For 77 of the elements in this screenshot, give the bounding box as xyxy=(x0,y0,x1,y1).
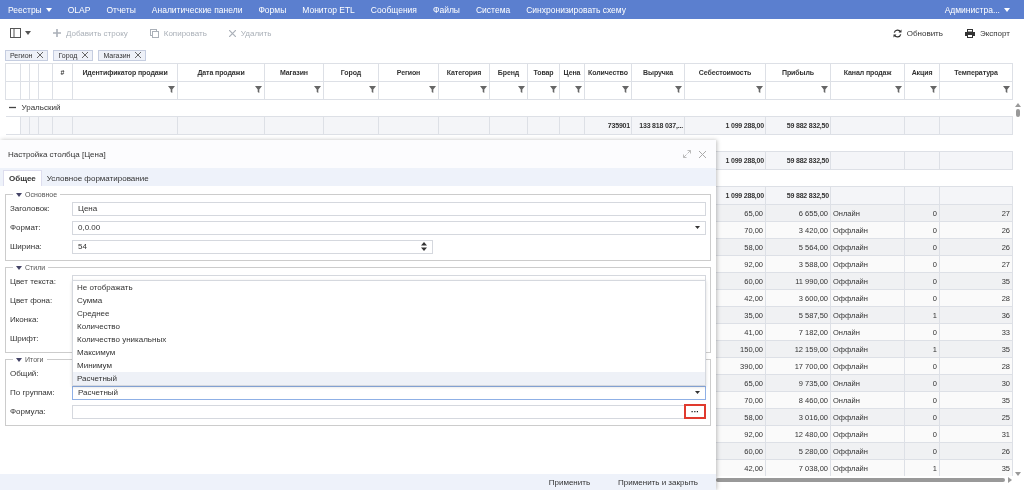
close-icon xyxy=(37,52,44,58)
user-menu[interactable]: Администра... xyxy=(936,4,1018,15)
field-label: Формула: xyxy=(10,407,47,416)
dropdown-option[interactable]: Сумма xyxy=(73,294,705,307)
dialog-tab[interactable]: Условное форматирование xyxy=(41,170,154,186)
nav-menu-item[interactable]: Формы xyxy=(250,4,295,15)
dropdown-option[interactable]: Не отображать xyxy=(73,281,705,294)
dropdown-field[interactable]: 0,0.00 xyxy=(72,220,706,235)
filter-icon[interactable] xyxy=(369,86,376,93)
filter-icon[interactable] xyxy=(314,86,321,93)
nav-menu-item[interactable]: OLAP xyxy=(59,4,99,15)
filter-icon[interactable] xyxy=(429,86,436,93)
dropdown-option[interactable]: Количество уникальных xyxy=(73,333,705,346)
filter-icon[interactable] xyxy=(675,86,682,93)
filter-icon[interactable] xyxy=(756,86,763,93)
dropdown-option[interactable]: Минимум xyxy=(73,359,705,372)
dialog-tab[interactable]: Общее xyxy=(3,170,42,186)
scroll-right-icon[interactable] xyxy=(1008,476,1012,483)
field-label: Цвет фона: xyxy=(10,296,54,305)
dropdown-field[interactable]: Расчетный xyxy=(72,385,706,400)
field-label: Цвет текста: xyxy=(10,277,57,286)
nav-menu-item[interactable]: Файлы xyxy=(424,4,468,15)
toolbar-button[interactable]: Экспорт xyxy=(956,26,1018,40)
dropdown-option[interactable]: Количество xyxy=(73,320,705,333)
horizontal-scrollbar[interactable] xyxy=(716,476,1012,483)
filter-icon[interactable] xyxy=(168,86,175,93)
collapse-caret-icon[interactable] xyxy=(16,192,22,197)
nav-menu-item[interactable]: Аналитические панели xyxy=(143,4,251,15)
nav-menu-item[interactable]: Сообщения xyxy=(362,4,425,15)
number-field[interactable]: 54 xyxy=(72,239,433,254)
refresh-icon xyxy=(892,28,902,38)
dropdown-option[interactable]: Среднее xyxy=(73,307,705,320)
copy-icon xyxy=(149,28,159,38)
scroll-down-icon[interactable] xyxy=(1015,472,1021,476)
toolbar-button[interactable]: Обновить xyxy=(884,26,951,40)
field-label: Иконка: xyxy=(10,315,40,324)
text-field[interactable]: Цена xyxy=(72,201,706,216)
field-label: Заголовок: xyxy=(10,204,51,213)
nav-menu-item[interactable]: Реестры xyxy=(6,4,60,15)
filter-icon[interactable] xyxy=(575,86,582,93)
field-label: Формат: xyxy=(10,223,42,232)
collapse-caret-icon[interactable] xyxy=(16,265,22,270)
collapse-caret-icon[interactable] xyxy=(16,357,22,362)
scroll-up-icon[interactable] xyxy=(1015,103,1021,107)
plus-icon xyxy=(53,29,61,37)
dialog-title: Настройка столбца [Цена] xyxy=(8,149,107,159)
collapse-icon[interactable] xyxy=(8,104,16,111)
dropdown-option[interactable]: Максимум xyxy=(73,346,705,359)
filter-icon[interactable] xyxy=(895,86,902,93)
footer-button[interactable]: Применить и закрыть xyxy=(606,477,710,487)
close-icon xyxy=(135,52,142,58)
field-label: По группам: xyxy=(10,388,56,397)
filter-icon[interactable] xyxy=(930,86,937,93)
filter-icon[interactable] xyxy=(480,86,487,93)
printer-icon xyxy=(964,28,975,38)
field-label: Ширина: xyxy=(10,242,43,251)
nav-menu-item[interactable]: Монитор ETL xyxy=(294,4,363,15)
caret-icon xyxy=(695,226,700,229)
field-label: Общий: xyxy=(10,369,40,378)
filter-icon[interactable] xyxy=(821,86,828,93)
field-label: Шрифт: xyxy=(10,334,40,343)
more-button[interactable]: ··· xyxy=(684,404,706,419)
filter-icon[interactable] xyxy=(550,86,557,93)
spinner-icon[interactable] xyxy=(421,242,427,251)
nav-menu-item[interactable]: Отчеты xyxy=(98,4,144,15)
nav-menu-item[interactable]: Система xyxy=(468,4,519,15)
close-icon xyxy=(228,29,236,37)
group-label: Уральский xyxy=(21,103,61,112)
filter-icon[interactable] xyxy=(1003,86,1010,93)
filter-icon[interactable] xyxy=(518,86,525,93)
panel-layout-icon xyxy=(10,28,21,38)
dropdown-option[interactable]: Расчетный xyxy=(73,372,705,385)
close-icon xyxy=(82,52,89,58)
footer-button[interactable]: Применить xyxy=(536,477,603,487)
filter-icon[interactable] xyxy=(255,86,262,93)
filter-icon[interactable] xyxy=(622,86,629,93)
nav-menu-item[interactable]: Синхронизировать схему xyxy=(518,4,634,15)
